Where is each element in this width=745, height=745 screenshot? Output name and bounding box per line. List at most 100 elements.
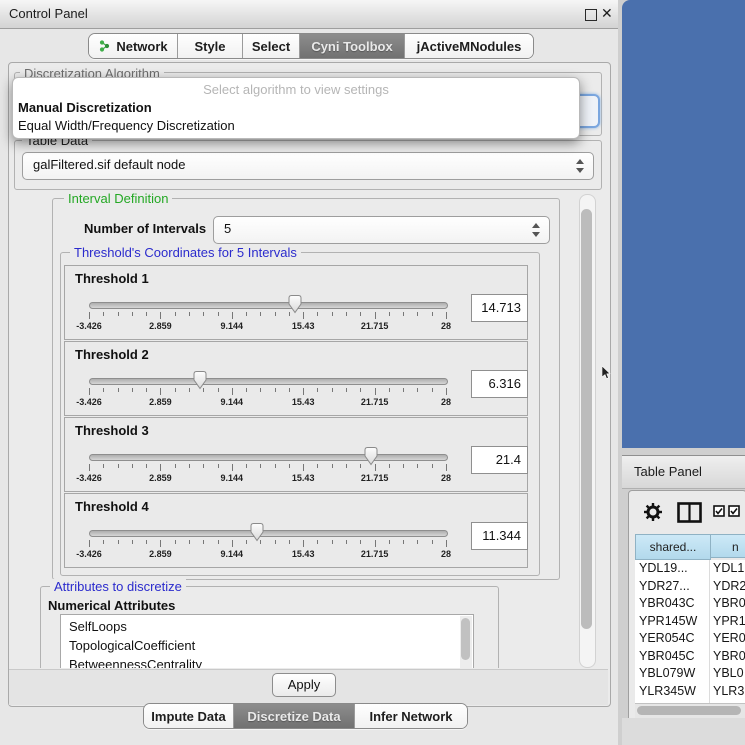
cell-shared-name: YER054C [639,630,695,648]
slider-tick [260,464,261,468]
threshold-panel-4: Threshold 4-3.4262.8599.14415.4321.71528… [64,493,528,568]
column-header-shared-name[interactable]: shared... [635,534,711,560]
slider-tick [246,388,247,392]
tab-label: Network [116,39,167,54]
bottom-tab-infer-network[interactable]: Infer Network [355,704,467,728]
attribute-item[interactable]: SelfLoops [69,617,127,636]
slider-tick [446,464,447,471]
dropdown-placeholder[interactable]: Select algorithm to view settings [13,82,579,97]
table-row[interactable]: YPR145WYPR1 [635,613,745,631]
table-data-combobox[interactable]: galFiltered.sif default node [22,152,594,180]
slider-tick [160,388,161,395]
tab-jactivemnodules[interactable]: jActiveMNodules [405,34,533,58]
cell-name: YBR0 [713,648,745,666]
tab-network[interactable]: Network [89,34,178,58]
slider-tick [389,540,390,544]
slider-tick [375,388,376,395]
slider-tick-label: 9.144 [221,397,244,407]
cell-shared-name: YPR145W [639,613,697,631]
threshold-value-field[interactable]: 11.344 [471,522,528,550]
viewport-scrollbar-track[interactable] [579,194,596,668]
table-row[interactable]: YLR345WYLR3 [635,683,745,701]
bottom-tab-label: Infer Network [369,709,452,724]
slider-track[interactable] [89,454,448,461]
checkbox-checked-icon[interactable] [713,505,725,517]
slider-tick [403,540,404,544]
slider-tick [246,464,247,468]
slider-track[interactable] [89,378,448,385]
slider-tick [118,540,119,544]
slider-thumb[interactable] [249,522,265,542]
slider-tick-label: 28 [441,321,451,331]
slider-tick-label: 28 [441,473,451,483]
slider-tick [260,388,261,392]
slider-thumb[interactable] [287,294,303,314]
slider-tick [360,540,361,544]
attribute-item[interactable]: TopologicalCoefficient [69,636,195,655]
panel-title: Control Panel [9,6,88,21]
attribute-item[interactable]: BetweennessCentrality [69,655,202,668]
dropdown-option-manual[interactable]: Manual Discretization [17,100,575,115]
threshold-value-field[interactable]: 21.4 [471,446,528,474]
table-row[interactable]: YDL19...YDL1 [635,560,745,578]
list-scrollbar-track[interactable] [460,616,472,668]
slider-tick [232,312,233,319]
numerical-attributes-list[interactable]: SelfLoopsTopologicalCoefficientBetweenne… [60,614,474,668]
apply-button[interactable]: Apply [272,673,336,697]
slider-tick [289,388,290,392]
slider-tick [432,388,433,392]
float-window-icon[interactable] [585,9,597,21]
split-view-icon[interactable] [677,502,702,523]
dropdown-option-equal-width[interactable]: Equal Width/Frequency Discretization [17,118,575,133]
table-hscrollbar-track[interactable] [635,703,745,718]
slider-tick [346,464,347,468]
gear-icon[interactable] [642,501,664,523]
number-of-intervals-combobox[interactable]: 5 [213,216,550,244]
tab-cyni-toolbox[interactable]: Cyni Toolbox [300,34,405,58]
slider-tick [232,464,233,471]
network-icon [98,39,111,53]
slider-tick [360,464,361,468]
bottom-tab-impute-data[interactable]: Impute Data [144,704,234,728]
slider-tick [218,540,219,544]
checkbox-checked-icon[interactable] [728,505,740,517]
network-view-window: GAL80GACGAL11GAL4GCY1HHAP2 [622,0,745,448]
slider-tick [246,540,247,544]
table-row[interactable]: YBR043CYBR0 [635,595,745,613]
threshold-value-field[interactable]: 6.316 [471,370,528,398]
table-row[interactable]: YBL079WYBL0 [635,665,745,683]
slider-thumb[interactable] [192,370,208,390]
threshold-panel-1: Threshold 1-3.4262.8599.14415.4321.71528… [64,265,528,340]
close-icon[interactable]: ✕ [601,5,613,22]
bottom-tab-label: Discretize Data [247,709,340,724]
table-row[interactable]: YER054CYER0 [635,630,745,648]
threshold-value-field[interactable]: 14.713 [471,294,528,322]
tab-style[interactable]: Style [178,34,243,58]
slider-tick [175,464,176,468]
slider-tick [175,540,176,544]
table-row[interactable]: YBR045CYBR0 [635,648,745,666]
slider-tick [403,464,404,468]
table-row[interactable]: YDR27...YDR2 [635,578,745,596]
slider-tick [232,540,233,547]
table-panel-title: Table Panel [634,464,702,479]
list-scrollbar-thumb[interactable] [461,618,470,660]
slider-tick [132,312,133,316]
table-body[interactable]: YDL19...YDL1YDR27...YDR2YBR043CYBR0YPR14… [635,560,745,703]
slider-tick [332,464,333,468]
table-hscrollbar-thumb[interactable] [637,706,741,715]
bottom-tab-discretize-data[interactable]: Discretize Data [234,704,355,728]
algorithm-dropdown-popup: Select algorithm to view settings Manual… [12,77,580,139]
slider-tick-label: -3.426 [76,549,102,559]
viewport-scrollbar-thumb[interactable] [581,209,592,629]
tab-select[interactable]: Select [243,34,300,58]
slider-tick [417,388,418,392]
slider-tick [146,464,147,468]
slider-track[interactable] [89,530,448,537]
slider-tick [89,388,90,395]
column-header-name[interactable]: n [710,534,745,558]
attributes-group-label: Attributes to discretize [50,579,186,594]
slider-tick [432,540,433,544]
slider-thumb[interactable] [363,446,379,466]
slider-track[interactable] [89,302,448,309]
